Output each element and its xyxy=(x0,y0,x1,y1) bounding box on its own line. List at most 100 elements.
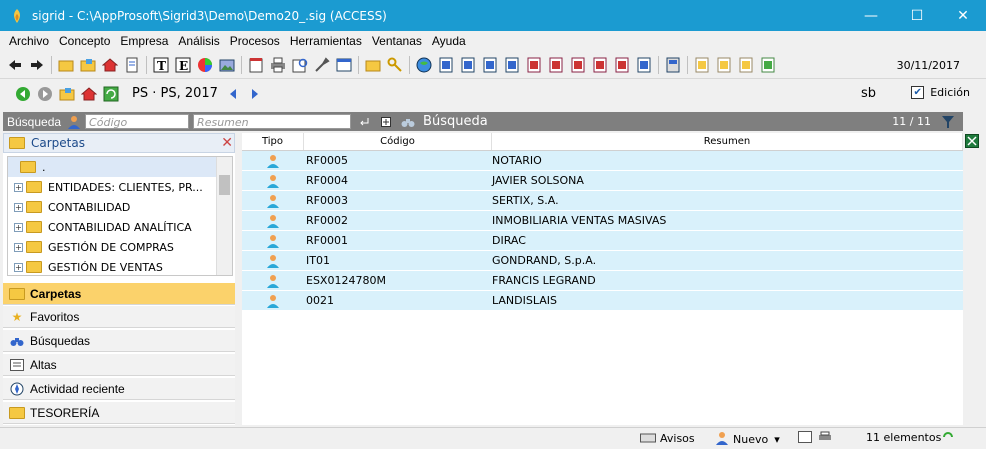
forward-arrow-icon[interactable] xyxy=(28,56,46,74)
open-folder-icon[interactable] xyxy=(57,56,75,74)
window-icon[interactable] xyxy=(335,56,353,74)
code-search-input[interactable]: Código xyxy=(85,114,190,129)
next-triangle-icon[interactable] xyxy=(246,85,264,103)
menu-archivo[interactable]: Archivo xyxy=(4,34,54,48)
nav-section-altas[interactable]: Altas xyxy=(3,353,235,376)
svg-text:T: T xyxy=(157,59,166,73)
tree-item-entidades[interactable]: + ENTIDADES: CLIENTES, PR... xyxy=(8,177,232,197)
report-green-icon[interactable] xyxy=(759,56,777,74)
folder-icon[interactable] xyxy=(364,56,382,74)
table-row[interactable]: RF0003 SERTIX, S.A. xyxy=(242,191,963,211)
scroll-thumb[interactable] xyxy=(219,175,230,195)
expand-icon[interactable]: + xyxy=(14,182,23,192)
table-row[interactable]: RF0004 JAVIER SOLSONA xyxy=(242,171,963,191)
report-g-icon[interactable] xyxy=(569,56,587,74)
column-header-resumen[interactable]: Resumen xyxy=(492,133,963,150)
layout-icon[interactable] xyxy=(798,431,812,443)
report-c-icon[interactable] xyxy=(481,56,499,74)
back-arrow-icon[interactable] xyxy=(6,56,24,74)
menu-concepto[interactable]: Concepto xyxy=(54,34,115,48)
report-f-icon[interactable] xyxy=(547,56,565,74)
refresh-icon[interactable] xyxy=(102,85,120,103)
grid-scrollbar[interactable] xyxy=(963,133,982,425)
home-icon[interactable] xyxy=(80,85,98,103)
notices-button[interactable]: Avisos xyxy=(640,431,695,446)
report-i-icon[interactable] xyxy=(613,56,631,74)
nav-section-busquedas[interactable]: Búsquedas xyxy=(3,329,235,352)
menu-ventanas[interactable]: Ventanas xyxy=(367,34,427,48)
table-row[interactable]: RF0005 NOTARIO xyxy=(242,151,963,171)
tree-item-ventas[interactable]: + GESTIÓN DE VENTAS xyxy=(8,257,232,275)
edit-toggle[interactable]: ✔ Edición xyxy=(911,86,970,99)
close-panel-icon[interactable]: ✕ xyxy=(221,135,233,151)
forward-circle-icon[interactable] xyxy=(36,85,54,103)
table-row[interactable]: IT01 GONDRAND, S.p.A. xyxy=(242,251,963,271)
excel-icon[interactable] xyxy=(965,134,979,151)
image-icon[interactable] xyxy=(218,56,236,74)
minimize-button[interactable]: — xyxy=(848,0,894,31)
calculator-icon[interactable] xyxy=(664,56,682,74)
editor-icon[interactable]: E xyxy=(174,56,192,74)
tools-icon[interactable] xyxy=(313,56,331,74)
tree-item-compras[interactable]: + GESTIÓN DE COMPRAS xyxy=(8,237,232,257)
home-icon[interactable] xyxy=(101,56,119,74)
expand-icon[interactable]: + xyxy=(14,202,23,212)
nav-section-favoritos[interactable]: ★ Favoritos xyxy=(3,305,235,328)
printer-icon[interactable] xyxy=(818,431,832,443)
key-icon[interactable] xyxy=(386,56,404,74)
table-row[interactable]: RF0001 DIRAC xyxy=(242,231,963,251)
nav-section-actividad[interactable]: Actividad reciente xyxy=(3,377,235,400)
report-e-icon[interactable] xyxy=(525,56,543,74)
expand-icon[interactable]: + xyxy=(14,262,23,272)
report-h-icon[interactable] xyxy=(591,56,609,74)
menu-ayuda[interactable]: Ayuda xyxy=(427,34,471,48)
table-row[interactable]: 0021 LANDISLAIS xyxy=(242,291,963,311)
report-d-icon[interactable] xyxy=(503,56,521,74)
tree-item-root[interactable]: . xyxy=(8,157,232,177)
report-a-icon[interactable] xyxy=(437,56,455,74)
report-yellow-b-icon[interactable] xyxy=(715,56,733,74)
table-row[interactable]: RF0002 INMOBILIARIA VENTAS MASIVAS xyxy=(242,211,963,231)
open-file-icon[interactable] xyxy=(79,56,97,74)
back-circle-icon[interactable] xyxy=(14,85,32,103)
tree-scrollbar[interactable] xyxy=(216,157,232,275)
nav-section-tesoreria[interactable]: TESORERÍA xyxy=(3,401,235,424)
enter-icon[interactable] xyxy=(355,113,373,131)
report-j-icon[interactable] xyxy=(635,56,653,74)
summary-search-input[interactable]: Resumen xyxy=(193,114,352,129)
print-preview-icon[interactable] xyxy=(291,56,309,74)
report-b-icon[interactable] xyxy=(459,56,477,74)
notepad-icon[interactable] xyxy=(247,56,265,74)
menu-herramientas[interactable]: Herramientas xyxy=(285,34,367,48)
tree-item-contabilidad-analitica[interactable]: + CONTABILIDAD ANALÍTICA xyxy=(8,217,232,237)
report-yellow-a-icon[interactable] xyxy=(693,56,711,74)
column-header-tipo[interactable]: Tipo xyxy=(242,133,304,150)
tree-item-contabilidad[interactable]: + CONTABILIDAD xyxy=(8,197,232,217)
nav-section-carpetas[interactable]: Carpetas xyxy=(3,282,235,305)
expand-icon[interactable]: + xyxy=(14,242,23,252)
maximize-button[interactable]: ☐ xyxy=(894,0,940,31)
column-header-codigo[interactable]: Código xyxy=(304,133,492,150)
expand-plus-icon[interactable] xyxy=(377,113,395,131)
edit-checkbox[interactable]: ✔ xyxy=(911,86,925,99)
text-icon[interactable]: T xyxy=(152,56,170,74)
filter-icon[interactable] xyxy=(939,113,957,131)
prev-triangle-icon[interactable] xyxy=(224,85,242,103)
printer-icon[interactable] xyxy=(269,56,287,74)
expand-icon[interactable]: + xyxy=(14,222,23,232)
table-row[interactable]: ESX0124780M FRANCIS LEGRAND xyxy=(242,271,963,291)
refresh-icon[interactable] xyxy=(942,431,954,443)
menu-analisis[interactable]: Análisis xyxy=(173,34,224,48)
globe-icon[interactable] xyxy=(415,56,433,74)
close-button[interactable]: ✕ xyxy=(940,0,986,31)
toolbar-separator xyxy=(51,56,52,74)
menu-empresa[interactable]: Empresa xyxy=(115,34,173,48)
document-icon[interactable] xyxy=(123,56,141,74)
report-yellow-c-icon[interactable] xyxy=(737,56,755,74)
new-button[interactable]: Nuevo ▾ xyxy=(715,431,780,448)
open-folder-icon[interactable] xyxy=(58,85,76,103)
company-context: PS · PS, 2017 xyxy=(132,86,218,101)
color-palette-icon[interactable] xyxy=(196,56,214,74)
menu-procesos[interactable]: Procesos xyxy=(225,34,285,48)
chevron-down-icon[interactable]: ▾ xyxy=(774,433,780,446)
